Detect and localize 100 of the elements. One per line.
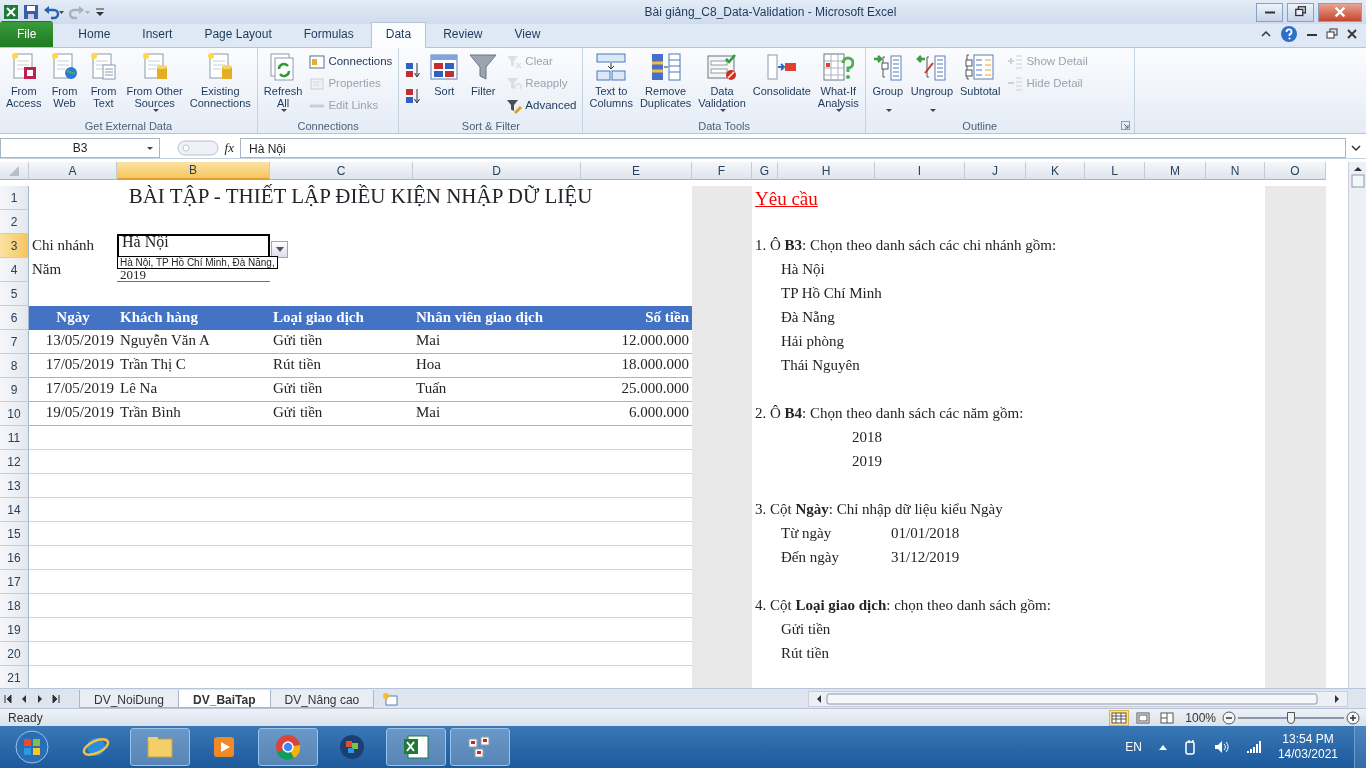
ribbon-button[interactable]: Existing Connections <box>186 51 254 117</box>
row-header[interactable]: 2 <box>0 210 29 234</box>
column-header[interactable]: E <box>581 162 692 180</box>
last-sheet-icon[interactable] <box>50 692 62 705</box>
taskbar-app[interactable] <box>450 728 510 766</box>
row-header[interactable]: 11 <box>0 426 29 450</box>
close-icon[interactable] <box>1346 28 1358 40</box>
row-header[interactable]: 6 <box>0 306 29 330</box>
ribbon-button[interactable]: Connections <box>306 51 396 73</box>
ribbon-button[interactable]: From Access <box>3 51 45 117</box>
ribbon-button[interactable]: Remove Duplicates <box>636 51 695 117</box>
ribbon-tab[interactable]: Page Layout <box>189 22 287 47</box>
row-header[interactable]: 15 <box>0 522 29 546</box>
ribbon-button[interactable]: From Text <box>84 51 123 117</box>
name-box[interactable]: B3 <box>0 137 160 158</box>
zoom-slider[interactable] <box>1238 710 1344 725</box>
sheet-tab[interactable]: DV_BaiTap <box>178 689 271 708</box>
requirement-item: TP Hồ Chí Minh <box>781 283 882 303</box>
column-header[interactable]: K <box>1026 162 1085 180</box>
ribbon-button[interactable]: Ungroup <box>907 51 956 117</box>
zoom-in-button[interactable] <box>1346 710 1360 725</box>
ribbon-tab[interactable]: Insert <box>127 22 188 47</box>
ribbon-tab[interactable]: Home <box>63 22 126 47</box>
close-button[interactable] <box>1318 2 1362 22</box>
row-header[interactable]: 12 <box>0 450 29 474</box>
ribbon-button[interactable]: Group <box>868 51 907 117</box>
view-button[interactable] <box>1109 709 1130 726</box>
zoom-out-button[interactable] <box>1222 710 1236 725</box>
ribbon-button[interactable]: Data Validation <box>695 51 749 117</box>
column-header[interactable]: J <box>965 162 1026 180</box>
row-header[interactable]: 16 <box>0 546 29 570</box>
row-header[interactable]: 18 <box>0 594 29 618</box>
column-header[interactable]: H <box>778 162 875 180</box>
dropdown-button[interactable] <box>271 241 288 258</box>
row-header[interactable]: 17 <box>0 570 29 594</box>
formula-input[interactable]: Hà Nội <box>240 137 1346 158</box>
column-header[interactable]: B <box>117 162 270 180</box>
ribbon-button[interactable]: Refresh All <box>260 51 306 117</box>
row-header[interactable]: 19 <box>0 618 29 642</box>
ribbon-button[interactable]: Subtotal <box>957 51 1004 117</box>
ribbon-button[interactable]: What-If Analysis <box>814 51 862 117</box>
ribbon-button[interactable]: From Other Sources <box>123 51 186 117</box>
show-hidden-icons[interactable] <box>1157 743 1168 751</box>
dialog-launcher-icon[interactable] <box>1120 121 1130 130</box>
horizontal-scrollbar[interactable] <box>808 690 1348 707</box>
column-header[interactable]: A <box>29 162 117 180</box>
ribbon-tab[interactable]: Formulas <box>288 22 369 47</box>
signal-bars-icon[interactable] <box>1245 741 1262 753</box>
ribbon-button[interactable]: Filter <box>464 51 503 117</box>
clock-time[interactable]: 13:54 PM <box>1282 732 1334 747</box>
power-plug-icon[interactable] <box>1183 739 1198 755</box>
language-indicator[interactable]: EN <box>1125 738 1142 756</box>
save-icon[interactable] <box>23 4 39 20</box>
ribbon-button[interactable]: Sort <box>425 51 464 117</box>
row-header[interactable]: 21 <box>0 666 29 688</box>
column-header[interactable]: O <box>1265 162 1326 180</box>
taskbar-app[interactable] <box>130 728 190 766</box>
ribbon-tab[interactable]: View <box>499 22 556 47</box>
row-header[interactable]: 4 <box>0 258 29 282</box>
column-header[interactable]: G <box>752 162 778 180</box>
resize-handle-icon[interactable] <box>176 139 219 156</box>
vertical-scrollbar[interactable] <box>1348 162 1366 688</box>
column-header[interactable]: M <box>1145 162 1206 180</box>
column-header[interactable]: D <box>413 162 581 180</box>
column-header[interactable]: C <box>270 162 413 180</box>
help-icon[interactable] <box>1280 25 1298 43</box>
restore-icon[interactable] <box>1326 28 1338 40</box>
ribbon-button[interactable]: Text to Columns <box>586 51 636 117</box>
column-header[interactable]: L <box>1085 162 1145 180</box>
row-header[interactable]: 20 <box>0 642 29 666</box>
row-header[interactable]: 7 <box>0 330 29 354</box>
row-header[interactable]: 8 <box>0 354 29 378</box>
ribbon-button[interactable]: From Web <box>45 51 84 117</box>
row-header[interactable]: 3 <box>0 234 29 258</box>
ribbon-button[interactable]: Consolidate <box>749 51 814 117</box>
row-header[interactable]: 9 <box>0 378 29 402</box>
row-header[interactable]: 14 <box>0 498 29 522</box>
sheet-tab[interactable]: DV_Nâng cao <box>269 689 375 708</box>
column-header[interactable]: N <box>1206 162 1265 180</box>
sheet-tab[interactable]: DV_NoiDung <box>79 689 180 708</box>
restore-button[interactable] <box>1287 2 1314 22</box>
taskbar-app[interactable] <box>258 728 318 766</box>
ribbon-tab[interactable]: Review <box>428 22 498 47</box>
row-header[interactable]: 1 <box>0 186 29 210</box>
slider-thumb[interactable] <box>1287 711 1295 724</box>
first-sheet-icon[interactable] <box>2 692 14 705</box>
taskbar-app[interactable] <box>386 728 446 766</box>
undo-icon[interactable] <box>43 4 65 20</box>
file-menu-button[interactable]: File <box>0 21 54 47</box>
zoom-level[interactable]: 100% <box>1185 708 1216 727</box>
column-header[interactable]: I <box>875 162 965 180</box>
clock-date[interactable]: 14/03/2021 <box>1277 747 1338 762</box>
row-header[interactable]: 13 <box>0 474 29 498</box>
column-header[interactable]: F <box>692 162 752 180</box>
row-header[interactable]: 10 <box>0 402 29 426</box>
speaker-icon[interactable] <box>1213 740 1230 754</box>
row-header[interactable]: 5 <box>0 282 29 306</box>
ribbon-tab[interactable]: Data <box>370 22 427 48</box>
insert-function-button[interactable]: fx <box>224 137 234 158</box>
ribbon-button[interactable]: Advanced <box>503 95 580 117</box>
